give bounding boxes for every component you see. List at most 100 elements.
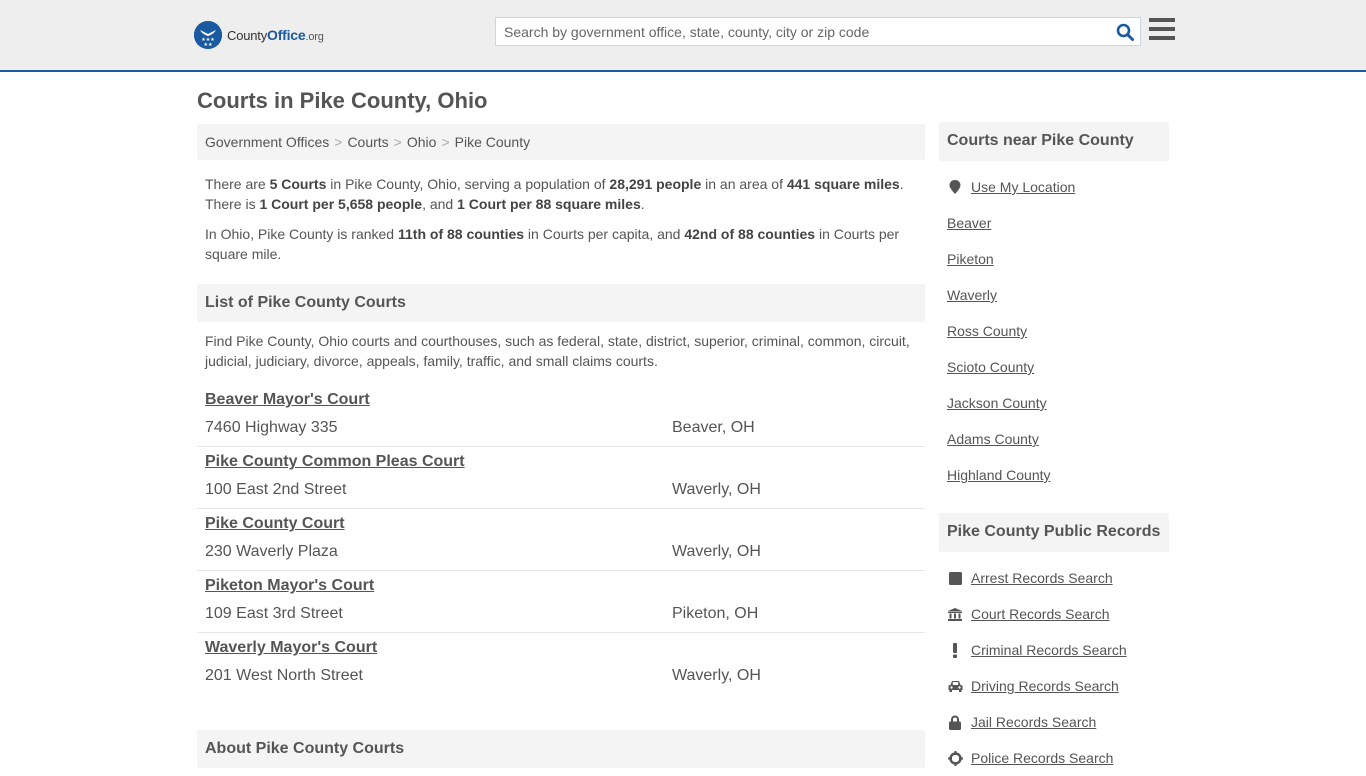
court-name-link[interactable]: Pike County Court [205, 515, 345, 537]
criminal-records-link[interactable]: Criminal Records Search [971, 642, 1127, 658]
main-content: Government Offices > Courts > Ohio > Pike Coun… [197, 124, 925, 768]
court-count: 5 Courts [269, 176, 327, 192]
search-icon [1116, 23, 1134, 41]
police-records-link[interactable]: Police Records Search [971, 750, 1113, 766]
logo-name: County [227, 28, 267, 43]
nearby-item: Beaver [947, 205, 1161, 241]
list-heading: List of Pike County Courts [197, 284, 925, 322]
crosshair-icon [947, 750, 963, 766]
text: . [640, 196, 645, 212]
eagle-logo-icon: ★★★ ★★ [194, 21, 222, 49]
nearby-item: Piketon [947, 241, 1161, 277]
summary-paragraph: There are 5 Courts in Pike County, Ohio,… [197, 174, 925, 214]
text: in Courts per capita, and [524, 226, 685, 242]
nearby-item: Scioto County [947, 349, 1161, 385]
court-city: Beaver, OH [672, 419, 755, 436]
court-name-link[interactable]: Waverly Mayor's Court [205, 639, 377, 661]
svg-text:★★: ★★ [204, 42, 213, 48]
nearby-item: Highland County [947, 457, 1161, 493]
court-item: Pike County Common Pleas Court 100 East … [197, 447, 925, 509]
court-city: Waverly, OH [672, 667, 761, 684]
logo-wordmark: CountyOffice.org [227, 27, 324, 43]
court-item: Beaver Mayor's Court 7460 Highway 335 Bea… [197, 385, 925, 447]
court-address: 109 East 3rd Street [205, 605, 343, 622]
site-header: ★★★ ★★ CountyOffice.org [0, 0, 1366, 72]
court-item: Waverly Mayor's Court 201 West North Str… [197, 633, 925, 694]
nearby-item: Waverly [947, 277, 1161, 313]
court-address: 7460 Highway 335 [205, 419, 338, 436]
records-item: Jail Records Search [947, 704, 1161, 740]
breadcrumb-pike-county[interactable]: Pike County [455, 134, 530, 150]
square-icon [947, 571, 963, 585]
search-button[interactable] [1110, 18, 1140, 45]
nearby-link-beaver[interactable]: Beaver [947, 215, 991, 231]
nearby-link-highland-county[interactable]: Highland County [947, 467, 1051, 483]
nearby-link-scioto-county[interactable]: Scioto County [947, 359, 1034, 375]
population: 28,291 people [609, 176, 702, 192]
court-item: Piketon Mayor's Court 109 East 3rd Stree… [197, 571, 925, 633]
nearby-link-jackson-county[interactable]: Jackson County [947, 395, 1047, 411]
text: in Pike County, Ohio, serving a populati… [326, 176, 610, 192]
nearby-item: Ross County [947, 313, 1161, 349]
court-city: Waverly, OH [672, 543, 761, 560]
courthouse-icon [947, 607, 963, 621]
text: , and [422, 196, 458, 212]
car-icon [947, 680, 963, 692]
court-city: Waverly, OH [672, 481, 761, 498]
court-address: 100 East 2nd Street [205, 481, 347, 498]
driving-records-link[interactable]: Driving Records Search [971, 678, 1119, 694]
logo-name-bold: Office [267, 27, 306, 43]
court-records-link[interactable]: Court Records Search [971, 606, 1110, 622]
court-list: Beaver Mayor's Court 7460 Highway 335 Bea… [197, 385, 925, 694]
breadcrumb-separator: > [393, 134, 402, 150]
nearby-link-waverly[interactable]: Waverly [947, 287, 997, 303]
use-my-location-item: Use My Location [947, 169, 1161, 205]
rank-per-area: 42nd of 88 counties [684, 226, 816, 242]
rank-per-capita: 11th of 88 counties [398, 226, 525, 242]
court-name-link[interactable]: Beaver Mayor's Court [205, 391, 370, 413]
list-intro: Find Pike County, Ohio courts and courth… [205, 333, 910, 369]
hamburger-menu-icon[interactable] [1149, 18, 1175, 42]
records-item: Court Records Search [947, 596, 1161, 632]
logo-tld: .org [305, 31, 324, 43]
courts-near-list: Use My Location Beaver Piketon Waverly R… [939, 161, 1169, 493]
arrest-records-link[interactable]: Arrest Records Search [971, 570, 1113, 586]
nearby-link-piketon[interactable]: Piketon [947, 251, 994, 267]
nearby-item: Adams County [947, 421, 1161, 457]
courts-per-area: 1 Court per 88 square miles [457, 196, 641, 212]
breadcrumb-ohio[interactable]: Ohio [407, 134, 437, 150]
public-records-list: Arrest Records Search Court Records Sear… [939, 552, 1169, 776]
nearby-item: Jackson County [947, 385, 1161, 421]
breadcrumb-separator: > [441, 134, 450, 150]
use-my-location-link[interactable]: Use My Location [971, 179, 1075, 195]
nearby-link-ross-county[interactable]: Ross County [947, 323, 1027, 339]
search-bar [495, 17, 1141, 46]
court-address: 230 Waverly Plaza [205, 543, 338, 560]
court-city: Piketon, OH [672, 605, 759, 622]
court-address: 201 West North Street [205, 667, 363, 684]
court-name-link[interactable]: Pike County Common Pleas Court [205, 453, 465, 475]
text: in an area of [701, 176, 787, 192]
search-input[interactable] [496, 18, 1110, 45]
ranking-paragraph: In Ohio, Pike County is ranked 11th of 8… [197, 224, 925, 264]
court-item: Pike County Court 230 Waverly Plaza Waver… [197, 509, 925, 571]
breadcrumb-separator: > [334, 134, 343, 150]
courts-per-people: 1 Court per 5,658 people [259, 196, 423, 212]
jail-records-link[interactable]: Jail Records Search [971, 714, 1096, 730]
breadcrumb: Government Offices > Courts > Ohio > Pike Coun… [197, 124, 925, 160]
public-records-heading: Pike County Public Records [939, 513, 1169, 552]
site-logo[interactable]: ★★★ ★★ CountyOffice.org [194, 21, 324, 49]
court-name-link[interactable]: Piketon Mayor's Court [205, 577, 374, 599]
lock-icon [947, 715, 963, 730]
records-item: Criminal Records Search [947, 632, 1161, 668]
records-item: Arrest Records Search [947, 560, 1161, 596]
page-title: Courts in Pike County, Ohio [197, 88, 488, 113]
breadcrumb-government-offices[interactable]: Government Offices [205, 134, 329, 150]
records-item: Police Records Search [947, 740, 1161, 776]
records-item: Driving Records Search [947, 668, 1161, 704]
area: 441 square miles [786, 176, 900, 192]
nearby-link-adams-county[interactable]: Adams County [947, 431, 1039, 447]
breadcrumb-courts[interactable]: Courts [347, 134, 388, 150]
text: There are [205, 176, 270, 192]
courts-near-heading: Courts near Pike County [939, 122, 1169, 161]
